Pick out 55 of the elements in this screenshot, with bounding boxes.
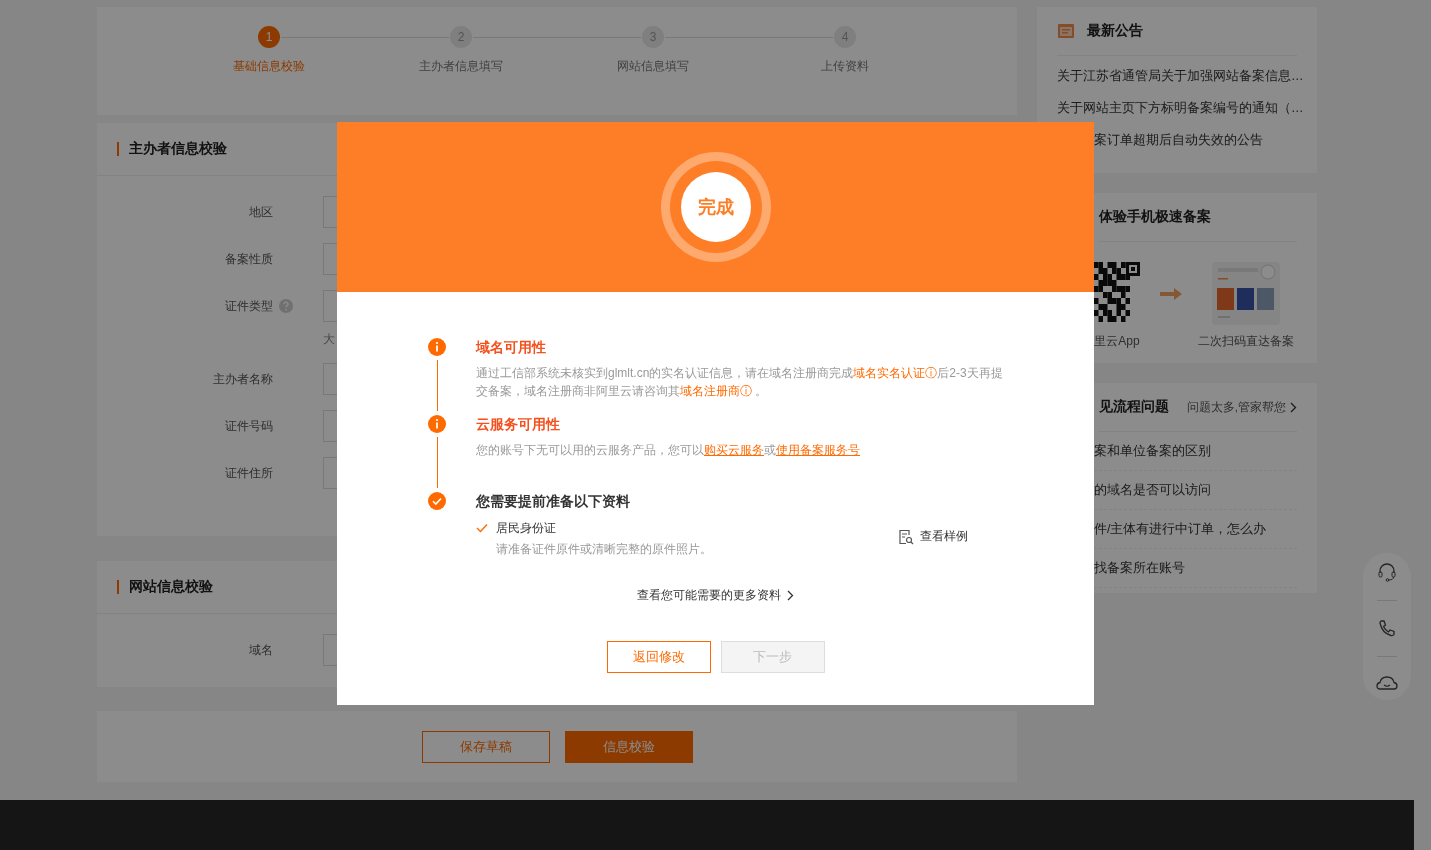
step-number: 1	[258, 26, 280, 48]
help-link[interactable]: 域名注册商ⓘ	[680, 384, 752, 398]
action-link[interactable]: 使用备案服务号	[776, 443, 860, 457]
action-link[interactable]: 购买云服务	[704, 443, 764, 457]
app-screen-drawing	[1212, 262, 1280, 325]
info-icon	[428, 338, 446, 356]
field-label: 证件类型	[224, 297, 273, 315]
faq-link[interactable]: 件/主体有进行中订单，怎么办	[1094, 520, 1267, 538]
checkmark-icon	[476, 523, 488, 533]
step-label: 网站信息填写	[617, 58, 689, 75]
notice-board-icon	[1057, 23, 1075, 39]
faq-link[interactable]: 的域名是否可以访问	[1094, 481, 1211, 499]
check-description: 您的账号下无可以用的云服务产品，您可以购买云服务或使用备案服务号	[476, 442, 861, 459]
step-label: 主办者信息填写	[419, 58, 503, 75]
more-help-link[interactable]: 问题太多,管家帮您	[1186, 399, 1297, 415]
arrow-icon	[1160, 288, 1182, 300]
announcement-link[interactable]: 案订单超期后自动失效的公告	[1094, 131, 1263, 149]
check-circle-icon	[428, 492, 446, 510]
announcement-link[interactable]: 关于江苏省通管局关于加强网站备案信息…	[1057, 67, 1304, 85]
section-title: 网站信息校验	[129, 578, 213, 596]
faq-link[interactable]: 案和单位备案的区别	[1094, 442, 1211, 460]
back-edit-button[interactable]: 返回修改	[606, 641, 711, 673]
field-label: 主办者名称	[212, 370, 273, 388]
field-hint: 大	[323, 331, 335, 348]
material-name: 居民身份证	[496, 520, 557, 537]
card-title: 见流程问题	[1099, 398, 1169, 416]
field-label: 备案性质	[224, 250, 273, 268]
field-label: 证件号码	[224, 417, 273, 435]
check-title: 您需要提前准备以下资料	[476, 492, 631, 510]
field-label: 域名	[248, 641, 273, 659]
document-search-icon	[898, 528, 914, 545]
field-label: 证件住所	[224, 464, 273, 482]
more-materials-link[interactable]: 查看您可能需要的更多资料	[631, 586, 800, 605]
chevron-right-icon	[1290, 401, 1297, 413]
view-sample-link[interactable]: 查看样例	[898, 528, 968, 545]
check-description: 通过工信部系统未核实到glmlt.cn的实名认证信息，请在域名注册商完成域名实名认证ⓘ后2-3天再提交备案，域名注册商非阿里云请咨询其域名注册商ⓘ 。	[476, 365, 1004, 400]
completion-badge: 完成	[680, 172, 751, 242]
step-caption: 二次扫码直达备案	[1198, 333, 1294, 350]
phone-icon[interactable]	[1377, 618, 1397, 639]
step-label: 基础信息校验	[233, 58, 305, 75]
material-note: 请准备证件原件或清晰完整的原件照片。	[496, 541, 713, 558]
field-label: 地区	[248, 203, 273, 221]
check-title: 云服务可用性	[476, 415, 561, 433]
section-title: 主办者信息校验	[129, 140, 227, 158]
announcement-link[interactable]: 关于网站主页下方标明备案编号的通知（…	[1057, 99, 1304, 117]
step-caption: 里云App	[1094, 333, 1140, 350]
help-link[interactable]: 域名实名认证ⓘ	[853, 366, 938, 380]
faq-link[interactable]: 找备案所在账号	[1094, 559, 1185, 577]
card-title: 最新公告	[1087, 22, 1143, 40]
info-icon	[428, 415, 446, 433]
cloud-chat-icon[interactable]	[1376, 675, 1398, 692]
chevron-right-icon	[787, 590, 794, 601]
check-title: 域名可用性	[476, 338, 547, 356]
headset-icon[interactable]	[1377, 561, 1397, 582]
card-title: 体验手机极速备案	[1099, 208, 1211, 226]
